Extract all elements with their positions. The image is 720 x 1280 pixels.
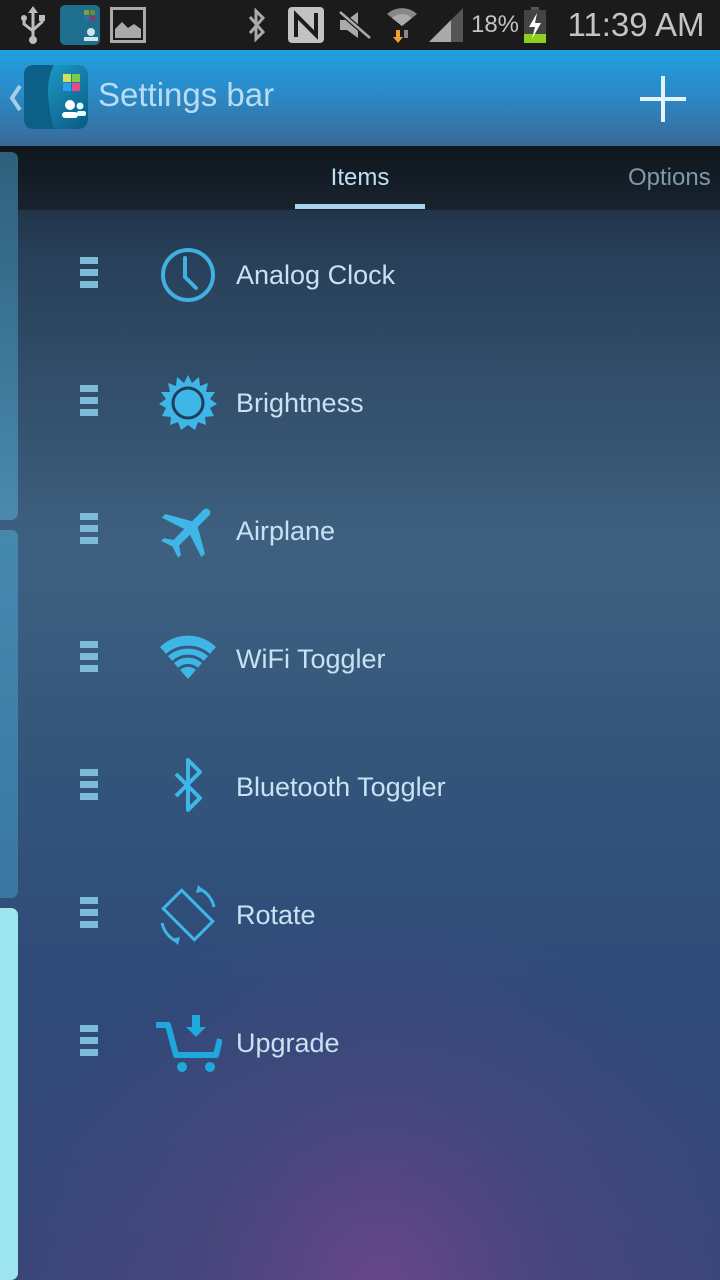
item-label: Upgrade — [236, 1028, 340, 1058]
side-page-2[interactable] — [0, 530, 18, 898]
page-title: Settings bar — [98, 76, 275, 113]
drag-handle[interactable] — [80, 897, 100, 931]
item-label: Rotate — [236, 900, 316, 930]
usb-icon — [18, 0, 48, 50]
list-item[interactable]: Upgrade — [60, 988, 700, 1098]
drag-handle[interactable] — [80, 385, 100, 419]
list-item[interactable]: Bluetooth Toggler — [60, 732, 700, 842]
clock-icon — [158, 245, 218, 305]
side-page-3-active[interactable] — [0, 908, 18, 1280]
drag-handle[interactable] — [80, 1025, 100, 1059]
item-label: WiFi Toggler — [236, 644, 386, 674]
bluetooth-icon — [158, 757, 218, 817]
back-button[interactable] — [6, 78, 24, 118]
battery-charging-icon — [522, 0, 548, 50]
airplane-icon — [158, 501, 218, 561]
add-button[interactable] — [636, 72, 690, 126]
gallery-icon — [110, 0, 146, 50]
chevron-left-icon — [9, 84, 22, 112]
item-label: Airplane — [236, 516, 336, 546]
tab-items[interactable]: Items — [295, 164, 425, 192]
item-label: Analog Clock — [236, 260, 396, 290]
tab-options[interactable]: Options — [628, 164, 711, 192]
cart-download-icon — [154, 1013, 223, 1073]
item-label: Bluetooth Toggler — [236, 772, 446, 802]
status-bar: 18% 11:39 AM — [0, 0, 720, 50]
list-item[interactable]: Rotate — [60, 860, 700, 970]
drag-handle[interactable] — [80, 641, 100, 675]
list-item[interactable]: Analog Clock — [60, 220, 700, 330]
item-label: Brightness — [236, 388, 364, 418]
content-area: Items Options Analog Clock Brightness Ai… — [0, 146, 720, 1280]
wifi-icon — [158, 629, 218, 689]
action-bar: Settings bar — [0, 50, 720, 146]
nfc-icon — [287, 0, 325, 50]
app-notification-icon — [60, 0, 100, 50]
list-item[interactable]: Brightness — [60, 348, 700, 458]
signal-icon — [428, 0, 464, 50]
clock-time: 11:39 AM — [567, 6, 705, 43]
wifi-icon — [385, 0, 419, 50]
plus-icon — [640, 76, 686, 122]
battery-percent: 18% — [470, 11, 520, 38]
tab-indicator — [295, 204, 425, 209]
drag-handle[interactable] — [80, 769, 100, 803]
mute-icon — [338, 0, 372, 50]
rotate-icon — [158, 885, 218, 945]
list-item[interactable]: Airplane — [60, 476, 700, 586]
tab-bar: Items Options — [0, 146, 720, 210]
list-item[interactable]: WiFi Toggler — [60, 604, 700, 714]
app-logo[interactable] — [24, 65, 90, 131]
sun-icon — [158, 373, 218, 433]
bluetooth-icon — [246, 0, 268, 50]
side-page-1[interactable] — [0, 152, 18, 520]
drag-handle[interactable] — [80, 257, 100, 291]
drag-handle[interactable] — [80, 513, 100, 547]
